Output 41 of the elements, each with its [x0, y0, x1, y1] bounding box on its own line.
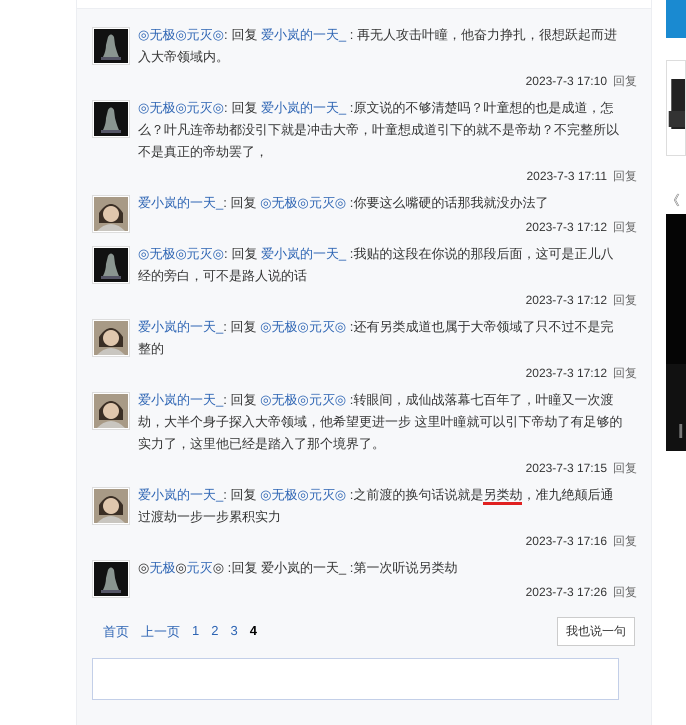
page-link[interactable]: 首页 [103, 622, 129, 640]
comment-text: 爱小岚的一天_: 回复 ◎无极◎元灭◎ :你要这么嘴硬的话那我就没办法了 [138, 194, 550, 212]
avatar[interactable] [92, 392, 130, 430]
page-link[interactable]: 2 [211, 622, 218, 640]
comment-time: 2023-7-3 17:15 [526, 461, 607, 475]
avatar[interactable] [92, 27, 130, 65]
avatar[interactable] [92, 319, 130, 357]
reply-link[interactable]: 回复 [613, 168, 637, 184]
reply-button[interactable]: 我也说一句 [557, 617, 635, 646]
avatar[interactable] [92, 560, 130, 598]
comment-time: 2023-7-3 17:12 [526, 366, 607, 380]
sidebar-mark: 《 [666, 192, 681, 210]
avatar[interactable] [92, 195, 130, 233]
reply-link[interactable]: 回复 [613, 460, 637, 476]
avatar[interactable] [92, 100, 130, 138]
reply-link[interactable]: 回复 [613, 364, 637, 382]
comment-time: 2023-7-3 17:12 [526, 220, 607, 234]
page-link[interactable]: 3 [230, 622, 238, 640]
comment-text: 爱小岚的一天_: 回复 ◎无极◎元灭◎ :还有另类成道也属于大帝领域了只不过不是完整的 [138, 318, 614, 358]
reply-link[interactable]: 回复 [613, 532, 637, 550]
comment-text: 爱小岚的一天_: 回复 ◎无极◎元灭◎ :转眼间，成仙战落幕七百年了，叶瞳又一次渡劫，大半个身子探入大帝领域，他希望更进一步 这里叶瞳就可以引下帝劫了有足够的实力了，这里他已经是踏入了那个境界了。 [138, 391, 624, 453]
page-link[interactable]: 上一页 [141, 622, 180, 640]
avatar[interactable] [92, 246, 130, 284]
page-link[interactable]: 1 [192, 622, 200, 640]
reply-link[interactable]: 回复 [613, 292, 637, 308]
reply-link[interactable]: 回复 [613, 584, 637, 600]
reply-link[interactable]: 回复 [613, 218, 637, 236]
comment-text: ◎无极◎元灭◎: 回复 爱小岚的一天_ :我贴的这段在你说的那段后面，这可是正儿八经的旁白，可不是路人说的话 [138, 245, 614, 285]
comment-time: 2023-7-3 17:12 [526, 293, 607, 307]
reply-field[interactable] [92, 658, 619, 700]
page-link[interactable]: 4 [250, 622, 257, 640]
comment-text: 爱小岚的一天_: 回复 ◎无极◎元灭◎ :之前渡的换句话说就是另类劫，准九绝颠后通过渡劫一步一步累积实力 [138, 486, 614, 526]
comment-text: ◎无极◎元灭◎ :回复 爱小岚的一天_ :第一次听说另类劫 [138, 559, 458, 577]
comment-time: 2023-7-3 17:10 [526, 74, 607, 88]
comment-text: ◎无极◎元灭◎: 回复 爱小岚的一天_ : 再无人攻击叶瞳，他奋力挣扎，很想跃起而进入大帝领域内。 [138, 26, 618, 66]
comment-time: 2023-7-3 17:11 [526, 169, 607, 183]
comment-time: 2023-7-3 17:26 [526, 585, 607, 599]
avatar[interactable] [92, 487, 130, 525]
reply-link[interactable]: 回复 [613, 72, 637, 90]
comment-time: 2023-7-3 17:16 [526, 534, 607, 548]
comment-text: ◎无极◎元灭◎: 回复 爱小岚的一天_ :原文说的不够清楚吗？叶童想的也是成道，怎么？叶凡连帝劫都没引下就是冲击大帝，叶童想成道引下的就不是帝劫？不完整所以不是真正的帝劫罢了， [138, 99, 620, 161]
